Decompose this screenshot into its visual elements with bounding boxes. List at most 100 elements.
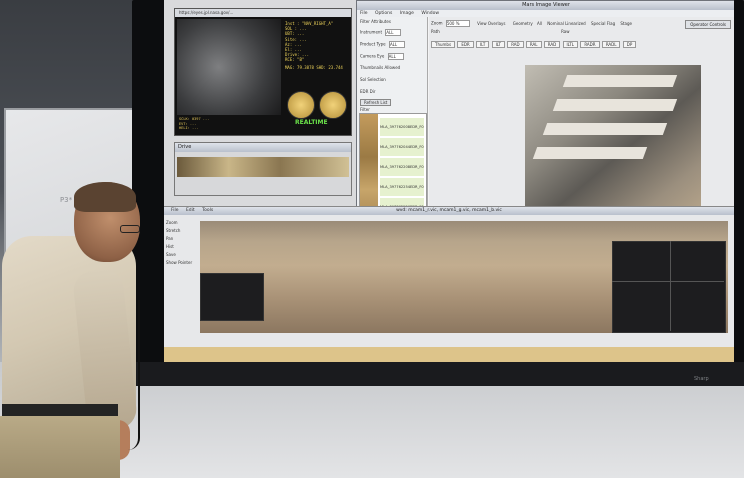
pano-menu-edit[interactable]: Edit [186, 208, 195, 213]
person-pants [0, 416, 120, 478]
telemetry-window[interactable]: https://eyes.jpl.nasa.gov/... Inst : "NA… [174, 8, 352, 136]
tab-ral[interactable]: RAL [525, 41, 542, 48]
person-hair [74, 182, 136, 212]
zoom-select[interactable]: 500 % [445, 20, 470, 27]
monitor-screen: https://eyes.jpl.nasa.gov/... Inst : "NA… [164, 0, 734, 362]
product-type-row: Product Type ALL [360, 41, 405, 48]
menu-image[interactable]: Image [400, 11, 414, 16]
tab-iltl[interactable]: ILTL [562, 41, 579, 48]
list-item[interactable]: MLA_397762208EDR_F00... [380, 158, 424, 176]
panorama-title: wvd: mcam1_r.vic, mcam1_g.vic, mcam1_b.v… [164, 207, 734, 215]
viewer-title: Mars Image Viewer [357, 1, 734, 10]
pano-menu-file[interactable]: File [171, 208, 179, 213]
footer-line: HELI: ... [179, 126, 199, 131]
image-list[interactable]: MLA_397762008EDR_F00... MLA_397762044EDR… [359, 113, 427, 211]
filter-label: Filter [360, 107, 370, 112]
mastcam-panorama-image[interactable] [200, 221, 728, 333]
product-tabs: Thumbs EDR ILT ILT RAD RAL RAD ILTL RADR… [431, 41, 637, 48]
rover-panel [562, 75, 678, 87]
telemetry-stat-right: SHD: 23.744 [316, 64, 343, 70]
mosaic-grid-line [612, 281, 724, 282]
list-item[interactable]: MLA_397762254EDR_F00... [380, 178, 424, 196]
tab-dp[interactable]: DP [622, 41, 637, 48]
camera-eye-row: Camera Eye ALL [360, 53, 404, 60]
headset-cable [124, 300, 140, 450]
list-item[interactable]: MLA_397762008EDR_F00... [380, 118, 424, 136]
geometry-raw-radio[interactable]: Raw [561, 29, 569, 34]
rover-deck-image [525, 65, 701, 211]
instrument-row: Instrument ALL [360, 29, 402, 36]
drive-strip-window[interactable]: Drive [174, 142, 352, 196]
special-flag-label: Special Flag [591, 20, 616, 26]
filter-header: Filter Attributes [360, 19, 391, 24]
thumbnails-checkbox-label: Thumbnails Allowed [360, 65, 401, 70]
edr-dir-label: EDR Dir [360, 89, 376, 94]
camera-eye-label: Camera Eye [360, 53, 385, 59]
pano-menu-tools[interactable]: Tools [202, 208, 213, 213]
pan-control[interactable]: Pan [166, 236, 200, 241]
viewer-menubar: File Options Image Window [357, 10, 734, 17]
telemetry-line: RCE: "B" [285, 57, 305, 63]
nominal-linearized-radio[interactable]: Nominal Linearized [547, 21, 585, 26]
mosaic-gap [612, 241, 726, 333]
menu-window[interactable]: Window [421, 11, 439, 16]
zoom-label: Zoom [431, 20, 443, 26]
drive-window-title: Drive [175, 143, 351, 152]
refresh-list-button[interactable]: Refresh List [360, 99, 392, 106]
telemetry-url-bar[interactable]: https://eyes.jpl.nasa.gov/... [175, 9, 351, 17]
viewer-path-row: Path Raw [431, 29, 570, 34]
viewer-toolbar: Zoom 500 % View Overlays Geometry All No… [431, 20, 632, 27]
tab-thumbs[interactable]: Thumbs [431, 41, 456, 48]
operator-controls-button[interactable]: Operator Controls [685, 20, 731, 29]
rover-panel [532, 147, 648, 159]
person-belt [2, 404, 118, 416]
tab-radl[interactable]: RADL [601, 41, 621, 48]
navcam-thumbnail [177, 19, 281, 115]
realtime-label: REALTIME [295, 119, 328, 126]
tab-edr[interactable]: EDR [457, 41, 474, 48]
thumbnails-row[interactable]: Thumbnails Allowed [360, 65, 400, 70]
rover-panel [552, 99, 678, 111]
sol-selection-row: Sol Selection [360, 77, 386, 82]
panorama-sidebar: Zoom Stretch Pan Hist Save Show Pointer [166, 217, 200, 329]
mars-image-viewer-window[interactable]: Mars Image Viewer File Options Image Win… [356, 0, 734, 212]
menu-options[interactable]: Options [375, 11, 392, 16]
mosaic-gap [200, 273, 264, 321]
camera-eye-select[interactable]: ALL [387, 53, 404, 60]
geometry-label: Geometry [512, 20, 533, 26]
path-label: Path [431, 29, 440, 34]
whiteboard-scribble: P3* [60, 196, 73, 204]
instrument-select[interactable]: ALL [385, 29, 402, 36]
list-item[interactable]: MLA_397762044EDR_F00... [380, 138, 424, 156]
view-overlays-checkbox[interactable]: View Overlays [477, 21, 505, 26]
monitor-bottom-bezel [132, 362, 744, 386]
geometry-all-radio[interactable]: All [537, 21, 542, 26]
edr-dir-row: EDR Dir [360, 89, 376, 94]
histogram-control[interactable]: Hist [166, 244, 200, 249]
tab-rad[interactable]: RAD [507, 41, 524, 48]
rover-panel [542, 123, 668, 135]
panorama-status-bar [164, 347, 734, 362]
tab-radr[interactable]: RADR [580, 41, 600, 48]
instrument-label: Instrument [360, 29, 383, 35]
product-type-label: Product Type [360, 41, 386, 47]
image-pane: Zoom 500 % View Overlays Geometry All No… [429, 17, 734, 211]
monitor-brand: Sharp [694, 376, 709, 382]
save-control[interactable]: Save [166, 252, 200, 257]
gauge-icon [319, 91, 347, 119]
show-pointer-control[interactable]: Show Pointer [166, 260, 200, 265]
product-type-select[interactable]: ALL [388, 41, 405, 48]
tab-ilt[interactable]: ILT [476, 41, 490, 48]
panorama-window[interactable]: wvd: mcam1_r.vic, mcam1_g.vic, mcam1_b.v… [164, 206, 734, 362]
stretch-control[interactable]: Stretch [166, 228, 200, 233]
telemetry-stat-left: MAG: 79.3878 [285, 64, 314, 70]
sol-selection-label: Sol Selection [360, 77, 386, 82]
thumbnail-strip [360, 114, 378, 211]
zoom-control[interactable]: Zoom [166, 220, 200, 225]
drive-strip-image [177, 157, 349, 177]
telemetry-footer: SCLK: 0397 ... EVT: ... HELI: ... [179, 117, 291, 131]
tab-rad[interactable]: RAD [543, 41, 561, 48]
tab-ilt[interactable]: ILT [491, 41, 505, 48]
menu-file[interactable]: File [360, 11, 368, 16]
telemetry-readout: Inst : "NAV_RIGHT_A" SOL : ... UBT: ... … [285, 21, 349, 70]
